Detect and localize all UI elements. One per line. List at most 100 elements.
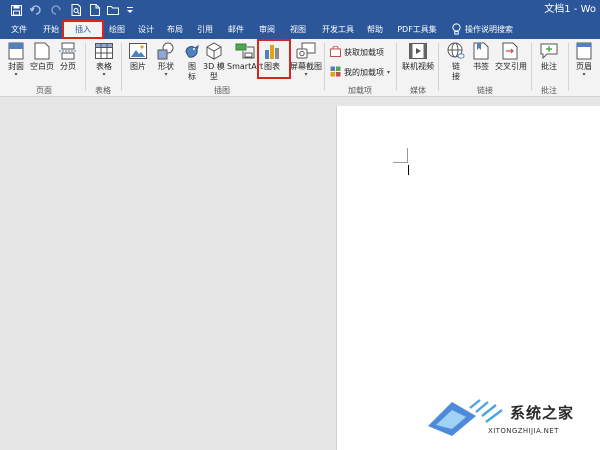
print-preview-icon[interactable] [68,2,84,18]
redo-icon[interactable] [48,2,64,18]
online-video-label: 联机视频 [402,62,434,71]
group-separator [531,43,532,91]
smartart-icon [235,41,255,61]
group-separator [396,43,397,91]
group-label-tables: 表格 [95,86,111,95]
my-addins-button[interactable]: 我的加载项 ▾ [330,66,390,79]
customize-toolbar-icon[interactable] [122,2,138,18]
open-folder-icon[interactable] [105,2,121,18]
margin-corner-mark [407,148,408,163]
store-icon [330,45,341,59]
cross-reference-button[interactable]: 交叉引用 [495,41,527,72]
title-bar: 文档1 - Wo [0,0,600,20]
cover-page-button[interactable]: 封面 ▾ [6,41,26,78]
document-title: 文档1 - Wo [544,4,596,15]
3d-models-button[interactable]: 3D 模 型 [203,41,225,82]
pictures-label: 图片 [130,62,146,71]
group-separator [324,43,325,91]
table-icon [94,41,114,61]
ribbon-tabs: 文件 开始 插入 绘图 设计 布局 引用 邮件 审阅 视图 开发工具 帮助 PD… [0,20,600,39]
chevron-down-icon: ▾ [387,69,391,76]
picture-icon [128,41,148,61]
tab-file[interactable]: 文件 [6,20,32,39]
group-label-addins: 加载项 [348,86,372,95]
tab-home[interactable]: 开始 [38,20,64,39]
tab-developer[interactable]: 开发工具 [318,20,358,39]
group-separator [438,43,439,91]
watermark-url: XITONGZHIJIA.NET [488,427,559,435]
my-addins-icon [330,66,341,79]
lightbulb-icon [452,22,461,37]
tell-me-search[interactable]: 操作说明搜索 [452,20,513,39]
cross-reference-label: 交叉引用 [495,62,527,71]
tab-pdf-tools[interactable]: PDF工具集 [394,20,440,39]
get-addins-label: 获取加载项 [344,48,384,57]
blank-page-icon [32,41,52,61]
my-addins-label: 我的加载项 [344,68,384,77]
text-cursor [408,165,409,175]
blank-page-label: 空白页 [30,62,54,71]
cover-page-icon [6,41,26,61]
tab-mailings[interactable]: 邮件 [223,20,249,39]
screenshot-icon [296,41,316,61]
tab-design[interactable]: 设计 [133,20,159,39]
margin-corner-mark [393,162,408,163]
header-button[interactable]: 页眉 ▾ [574,41,594,78]
watermark-logo-icon [426,396,508,442]
cube-icon [204,41,224,61]
tab-help[interactable]: 帮助 [362,20,388,39]
group-label-illustrations: 插图 [214,86,230,95]
bookmark-button[interactable]: 书签 [471,41,491,72]
get-addins-button[interactable]: 获取加载项 [330,45,384,59]
bookmark-label: 书签 [473,62,489,71]
watermark-name: 系统之家 [510,404,575,422]
new-document-icon[interactable] [87,2,103,18]
group-label-comments: 批注 [541,86,557,95]
group-label-links: 链接 [477,86,493,95]
link-button[interactable]: 链 接 [446,41,466,82]
tell-me-label: 操作说明搜索 [465,25,513,34]
save-icon[interactable] [8,2,24,18]
tab-layout[interactable]: 布局 [162,20,188,39]
icons-label: 图 标 [188,62,196,81]
tab-insert[interactable]: 插入 [62,20,104,39]
tab-references[interactable]: 引用 [192,20,218,39]
group-label-pages: 页面 [36,86,52,95]
chart-highlight-box [257,39,291,79]
3d-models-label: 3D 模 型 [203,62,225,81]
chevron-down-icon: ▾ [102,71,106,78]
table-button[interactable]: 表格 ▾ [94,41,114,78]
video-icon [408,41,428,61]
group-label-media: 媒体 [410,86,426,95]
bookmark-icon [471,41,491,61]
blank-page-button[interactable]: 空白页 [30,41,54,72]
link-label: 链 接 [452,62,460,81]
page-break-button[interactable]: 分页 [58,41,78,72]
group-separator [85,43,86,91]
tab-draw[interactable]: 绘图 [104,20,130,39]
pictures-button[interactable]: 图片 [128,41,148,72]
header-icon [574,41,594,61]
icons-button[interactable]: 图 标 [182,41,202,82]
chevron-down-icon: ▾ [582,71,586,78]
shapes-icon [156,41,176,61]
shapes-button[interactable]: 形状 ▾ [156,41,176,78]
new-comment-label: 批注 [541,62,557,71]
tab-view[interactable]: 视图 [285,20,311,39]
screenshot-button[interactable]: 屏幕截图 ▾ [290,41,322,78]
chevron-down-icon: ▾ [164,71,168,78]
online-video-button[interactable]: 联机视频 [402,41,434,72]
group-separator [121,43,122,91]
new-comment-button[interactable]: 批注 [539,41,559,72]
chevron-down-icon: ▾ [14,71,18,78]
icons-icon [182,41,202,61]
page-break-label: 分页 [60,62,76,71]
cross-reference-icon [501,41,521,61]
undo-icon[interactable] [28,2,44,18]
chevron-down-icon: ▾ [304,71,308,78]
group-separator [568,43,569,91]
comment-icon [539,41,559,61]
tab-review[interactable]: 审阅 [254,20,280,39]
globe-link-icon [446,41,466,61]
page-break-icon [58,41,78,61]
